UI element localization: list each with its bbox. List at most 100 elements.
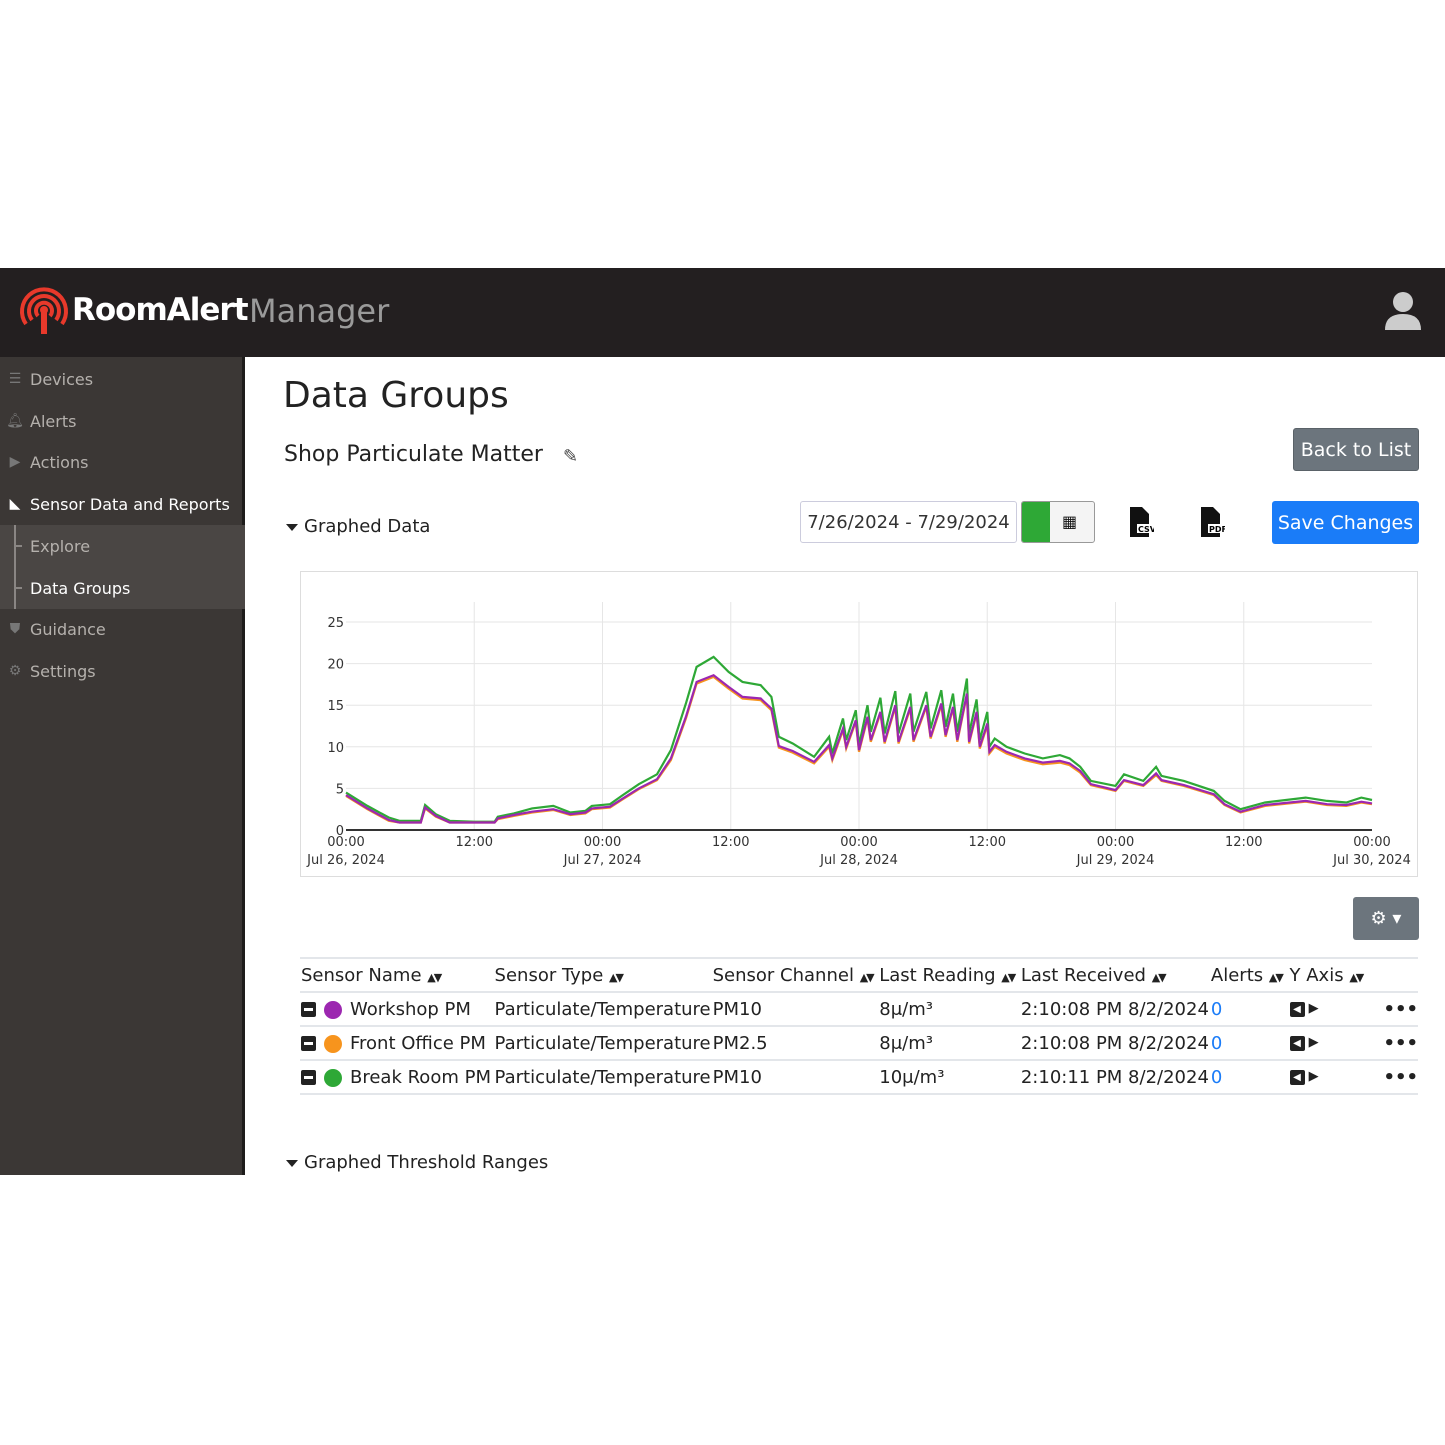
play-circle-icon: ▶ [9, 454, 21, 470]
table-row: Front Office PM Particulate/Temperature … [300, 1026, 1418, 1061]
column-header[interactable]: Sensor Name ▲▼ [300, 957, 494, 993]
remove-sensor-icon[interactable] [301, 1036, 316, 1051]
sensor-name: Break Room PM [350, 1066, 491, 1088]
column-label: Last Received [1020, 964, 1146, 986]
section-label: Graphed Threshold Ranges [304, 1152, 549, 1173]
x-tick-label: 00:00 [327, 835, 364, 850]
sensor-type: Particulate/Temperature [493, 1060, 712, 1095]
color-calendar-button[interactable]: ▦ [1021, 501, 1095, 543]
gear-icon: ⚙ [8, 663, 22, 679]
sidebar-item-label: Data Groups [30, 578, 131, 598]
sidebar-item-guidance[interactable]: ⛊ Guidance [0, 608, 245, 650]
more-options-icon[interactable]: ••• [1382, 1026, 1418, 1061]
y-tick-label: 25 [327, 616, 344, 631]
column-header[interactable]: Last Reading ▲▼ [878, 957, 1020, 993]
calendar-icon: ▦ [1062, 512, 1078, 531]
sidebar-item-devices[interactable]: ☰ Devices [0, 358, 245, 400]
sort-icon[interactable]: ▲▼ [1001, 971, 1016, 984]
sensor-color-dot[interactable] [324, 1000, 342, 1019]
alerts-link[interactable]: 0 [1211, 999, 1222, 1020]
y-axis-left-icon[interactable]: ◀ [1289, 1070, 1305, 1085]
alerts-link[interactable]: 0 [1211, 1067, 1222, 1088]
remove-sensor-icon[interactable] [301, 1070, 316, 1085]
sort-icon[interactable]: ▲▼ [609, 971, 624, 984]
sensor-channel: PM10 [711, 992, 879, 1027]
sort-icon[interactable]: ▲▼ [1349, 971, 1364, 984]
group-name: Shop Particulate Matter [284, 442, 543, 467]
column-header[interactable]: Alerts ▲▼ [1209, 957, 1289, 993]
sensor-color-dot[interactable] [324, 1034, 342, 1053]
column-header[interactable]: Y Axis ▲▼ [1288, 957, 1383, 993]
column-header[interactable]: Last Received ▲▼ [1019, 957, 1210, 993]
y-axis-left-icon[interactable]: ◀ [1289, 1002, 1305, 1017]
chart-container: 0 5 10 15 20 25 00:00 Jul 26, 2024 12:00 00:00 Jul… [300, 571, 1418, 877]
sensor-type: Particulate/Temperature [493, 992, 712, 1027]
table-row: Workshop PM Particulate/Temperature PM10… [300, 992, 1418, 1027]
column-header-actions [1382, 957, 1418, 993]
sort-icon[interactable]: ▲▼ [1269, 971, 1284, 984]
sensor-color-dot[interactable] [324, 1068, 342, 1087]
bell-icon: 🔔︎ [6, 413, 24, 429]
more-options-icon[interactable]: ••• [1382, 1060, 1418, 1095]
y-axis-right-icon[interactable]: ▶ [1309, 1035, 1319, 1050]
threshold-ranges-toggle[interactable]: Graphed Threshold Ranges [286, 1152, 548, 1173]
alerts-cell: 0 [1209, 992, 1289, 1027]
y-axis-right-icon[interactable]: ▶ [1309, 1001, 1319, 1016]
x-tick-date: Jul 28, 2024 [819, 853, 898, 868]
x-tick-label: 00:00 [1097, 835, 1134, 850]
color-swatch[interactable] [1022, 502, 1050, 542]
pencil-icon[interactable]: ✎ [563, 446, 578, 467]
user-icon[interactable] [1385, 290, 1421, 330]
sensor-name: Workshop PM [350, 998, 471, 1020]
top-bar: RoomAlert Manager [0, 268, 1445, 357]
table-header-row: Sensor Name ▲▼ Sensor Type ▲▼ Sensor Chann… [300, 957, 1418, 993]
back-to-list-button[interactable]: Back to List [1293, 428, 1419, 471]
page-title: Data Groups [283, 375, 509, 416]
last-received: 2:10:11 PM 8/2/2024 [1019, 1060, 1210, 1095]
graphed-data-toggle[interactable]: Graphed Data [286, 516, 430, 537]
product-name: Manager [249, 292, 390, 330]
x-tick-date: Jul 29, 2024 [1076, 853, 1155, 868]
column-header[interactable]: Sensor Channel ▲▼ [711, 957, 879, 993]
caret-down-icon [286, 1159, 298, 1167]
line-chart[interactable]: 051015202500:00Jul 26, 202412:00 00:00Jul… [301, 572, 1419, 878]
sidebar-item-actions[interactable]: ▶ Actions [0, 441, 245, 483]
alerts-link[interactable]: 0 [1211, 1033, 1222, 1054]
sidebar-item-label: Actions [30, 452, 89, 472]
sensor-table: Sensor Name ▲▼ Sensor Type ▲▼ Sensor Chann… [300, 957, 1418, 1095]
alerts-cell: 0 [1209, 1060, 1289, 1095]
column-label: Last Reading [879, 964, 996, 986]
pdf-export-icon[interactable]: PDF [1199, 507, 1225, 537]
sensor-channel: PM10 [711, 1060, 879, 1095]
svg-text:PDF: PDF [1209, 525, 1225, 534]
sidebar-item-alerts[interactable]: 🔔︎ Alerts [0, 400, 245, 442]
last-received: 2:10:08 PM 8/2/2024 [1019, 1026, 1210, 1061]
main-content: Data Groups Shop Particulate Matter ✎ Ba… [248, 357, 1445, 1175]
last-received: 2:10:08 PM 8/2/2024 [1019, 992, 1210, 1027]
sort-icon[interactable]: ▲▼ [427, 971, 442, 984]
date-range-input[interactable]: 7/26/2024 - 7/29/2024 [800, 501, 1017, 543]
sidebar-item-settings[interactable]: ⚙ Settings [0, 650, 245, 692]
y-axis-left-icon[interactable]: ◀ [1289, 1036, 1305, 1051]
sidebar-item-sensor-data[interactable]: ◣ Sensor Data and Reports [0, 483, 245, 525]
table-row: Break Room PM Particulate/Temperature PM… [300, 1060, 1418, 1095]
brand-name: RoomAlert [72, 292, 249, 328]
y-axis-right-icon[interactable]: ▶ [1309, 1069, 1319, 1084]
remove-sensor-icon[interactable] [301, 1002, 316, 1017]
save-changes-button[interactable]: Save Changes [1272, 501, 1419, 544]
x-tick-date: Jul 30, 2024 [1332, 853, 1411, 868]
sidebar-item-label: Explore [30, 536, 91, 556]
sidebar-item-data-groups[interactable]: Data Groups [0, 567, 245, 609]
sidebar-item-explore[interactable]: Explore [0, 525, 245, 567]
column-label: Sensor Type [494, 964, 604, 986]
area-chart-icon: ◣ [9, 496, 21, 512]
csv-export-icon[interactable]: CSV [1128, 507, 1154, 537]
last-reading: 10μ/m³ [878, 1060, 1020, 1095]
column-header[interactable]: Sensor Type ▲▼ [493, 957, 712, 993]
sensor-name-cell: Break Room PM [300, 1060, 494, 1095]
more-options-icon[interactable]: ••• [1382, 992, 1418, 1027]
sort-icon[interactable]: ▲▼ [860, 971, 875, 984]
sort-icon[interactable]: ▲▼ [1152, 971, 1167, 984]
table-settings-button[interactable]: ⚙ ▾ [1353, 897, 1419, 940]
sidebar-item-label: Devices [30, 369, 94, 389]
